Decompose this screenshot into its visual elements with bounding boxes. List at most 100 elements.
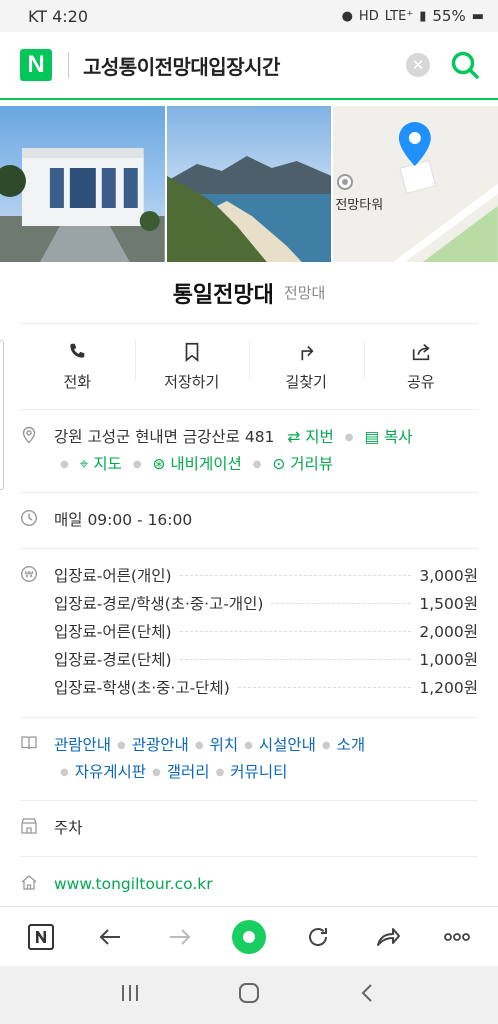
place-title: 통일전망대 전망대 <box>20 262 478 324</box>
book-icon <box>21 736 37 750</box>
info-link[interactable]: 위치 <box>210 736 239 754</box>
status-bar: KT 4:20 ● HD LTE⁺ ▮ 55% ▬ <box>0 0 498 32</box>
more-button[interactable] <box>435 915 479 959</box>
place-category: 전망대 <box>283 284 326 302</box>
share-button[interactable]: 공유 <box>363 324 479 409</box>
navigation-link[interactable]: ⊛ 내비게이션 <box>152 455 241 473</box>
address-text: 강원 고성군 현내면 금강산로 481 <box>54 428 275 446</box>
fee-price: 3,000원 <box>419 567 478 585</box>
hd-icon: HD <box>358 8 379 24</box>
home-button[interactable] <box>237 981 261 1009</box>
phone-icon <box>70 343 85 358</box>
search-button[interactable] <box>450 50 480 80</box>
header-divider <box>68 52 69 78</box>
home-icon <box>21 875 37 890</box>
info-link[interactable]: 시설안내 <box>259 736 316 754</box>
chevron-left-icon <box>361 984 373 1002</box>
side-panel-handle[interactable] <box>0 340 4 490</box>
directions-button[interactable]: 길찾기 <box>249 324 364 409</box>
fee-leader <box>271 603 412 604</box>
info-links: 관람안내 ● 관광안내 ● 위치 ● 시설안내 ● 소개 ● 자유게시판 ● 갤러리 ● 커뮤니티 <box>54 736 366 781</box>
recents-icon <box>121 985 138 1001</box>
clear-search-button[interactable]: ✕ <box>406 53 430 77</box>
battery-level: 55% <box>432 7 466 25</box>
streetview-link[interactable]: ⊙ 거리뷰 <box>272 455 333 473</box>
status-icons: ● HD LTE⁺ ▮ 55% ▬ <box>342 7 484 25</box>
battery-icon: ▬ <box>471 8 484 24</box>
signal-icon: ▮ <box>419 8 427 24</box>
action-label: 공유 <box>406 373 435 391</box>
hours-row: 매일 09:00 - 16:00 <box>20 493 478 549</box>
location-icon: ● <box>341 8 353 24</box>
info-link[interactable]: 관광안내 <box>132 736 189 754</box>
fee-leader <box>179 631 412 632</box>
share-icon <box>412 344 430 361</box>
hours-text: 매일 09:00 - 16:00 <box>54 511 193 529</box>
website-row: www.tongiltour.co.kr <box>20 857 478 913</box>
place-map-thumbnail[interactable]: 전망타워 <box>333 106 498 262</box>
call-button[interactable]: 전화 <box>20 324 135 409</box>
forward-button[interactable] <box>158 915 202 959</box>
share-arrow-icon <box>376 927 400 946</box>
fee-name: 입장료-학생(초·중·고-단체) <box>54 679 230 697</box>
won-icon: ₩ <box>20 565 38 583</box>
more-dots-icon <box>444 932 471 941</box>
place-name[interactable]: 통일전망대 <box>173 277 274 309</box>
fee-price: 1,200원 <box>419 679 478 697</box>
naver-home-button[interactable] <box>19 915 63 959</box>
network-label: LTE⁺ <box>384 8 414 24</box>
clock-icon <box>20 509 38 527</box>
green-dot-button[interactable] <box>227 915 271 959</box>
share-page-button[interactable] <box>366 915 410 959</box>
search-header: N 고성통이전망대입장시간 ✕ <box>0 32 498 100</box>
fee-row: ₩ 입장료-어른(개인) 3,000원입장료-경로/학생(초·중·고-개인) 1,5… <box>20 549 478 718</box>
website-link[interactable]: www.tongiltour.co.kr <box>54 871 478 898</box>
fee-item: 입장료-학생(초·중·고-단체) 1,200원 <box>54 675 478 703</box>
info-link[interactable]: 소개 <box>337 736 366 754</box>
search-query[interactable]: 고성통이전망대입장시간 <box>83 51 406 80</box>
android-navigation-bar <box>0 966 498 1024</box>
browser-toolbar <box>0 906 498 966</box>
refresh-button[interactable] <box>296 915 340 959</box>
parking-row: 주차 <box>20 801 478 857</box>
naver-logo[interactable]: N <box>20 49 52 81</box>
info-link[interactable]: 갤러리 <box>167 763 210 781</box>
place-photo-coast[interactable] <box>166 106 332 262</box>
fee-name: 입장료-경로/학생(초·중·고-개인) <box>54 595 264 613</box>
place-photo-building[interactable] <box>0 106 165 262</box>
close-icon: ✕ <box>411 56 425 74</box>
home-circle-icon <box>238 983 259 1003</box>
svg-text:₩: ₩ <box>25 571 34 581</box>
location-pin-icon <box>22 426 36 444</box>
info-link[interactable]: 커뮤니티 <box>230 763 287 781</box>
place-image-strip: 전망타워 <box>0 106 498 262</box>
place-info: 강원 고성군 현내면 금강산로 481 ⇄ 지번 ● ▤ 복사 ● ⌖ 지도 ●… <box>20 410 478 913</box>
copy-link[interactable]: ▤ 복사 <box>364 428 412 446</box>
map-label: 전망타워 <box>335 198 384 213</box>
action-label: 길찾기 <box>285 373 327 391</box>
store-icon <box>21 818 37 834</box>
refresh-icon <box>309 927 328 946</box>
system-back-button[interactable] <box>356 981 380 1009</box>
info-link[interactable]: 관람안내 <box>54 736 111 754</box>
parking-text: 주차 <box>54 819 83 837</box>
status-carrier-time: KT 4:20 <box>28 6 89 26</box>
map-link[interactable]: ⌖ 지도 <box>80 455 122 473</box>
action-bar: 전화 저장하기 길찾기 공유 <box>20 324 478 410</box>
fee-price: 1,500원 <box>419 595 478 613</box>
save-button[interactable]: 저장하기 <box>134 324 250 409</box>
back-button[interactable] <box>88 915 132 959</box>
fee-price: 1,000원 <box>419 651 478 669</box>
fee-item: 입장료-어른(단체) 2,000원 <box>54 619 478 647</box>
arrow-right-icon <box>169 928 190 945</box>
recents-button[interactable] <box>118 981 142 1009</box>
fee-name: 입장료-어른(단체) <box>54 623 172 641</box>
naver-n-icon <box>27 923 54 950</box>
fee-leader <box>179 659 412 660</box>
fee-item: 입장료-어른(개인) 3,000원 <box>54 563 478 591</box>
bookmark-icon <box>185 342 199 363</box>
info-link[interactable]: 자유게시판 <box>75 763 146 781</box>
action-label: 저장하기 <box>164 373 220 391</box>
jibun-link[interactable]: ⇄ 지번 <box>287 428 333 446</box>
car-icon: ⊛ <box>152 455 166 473</box>
